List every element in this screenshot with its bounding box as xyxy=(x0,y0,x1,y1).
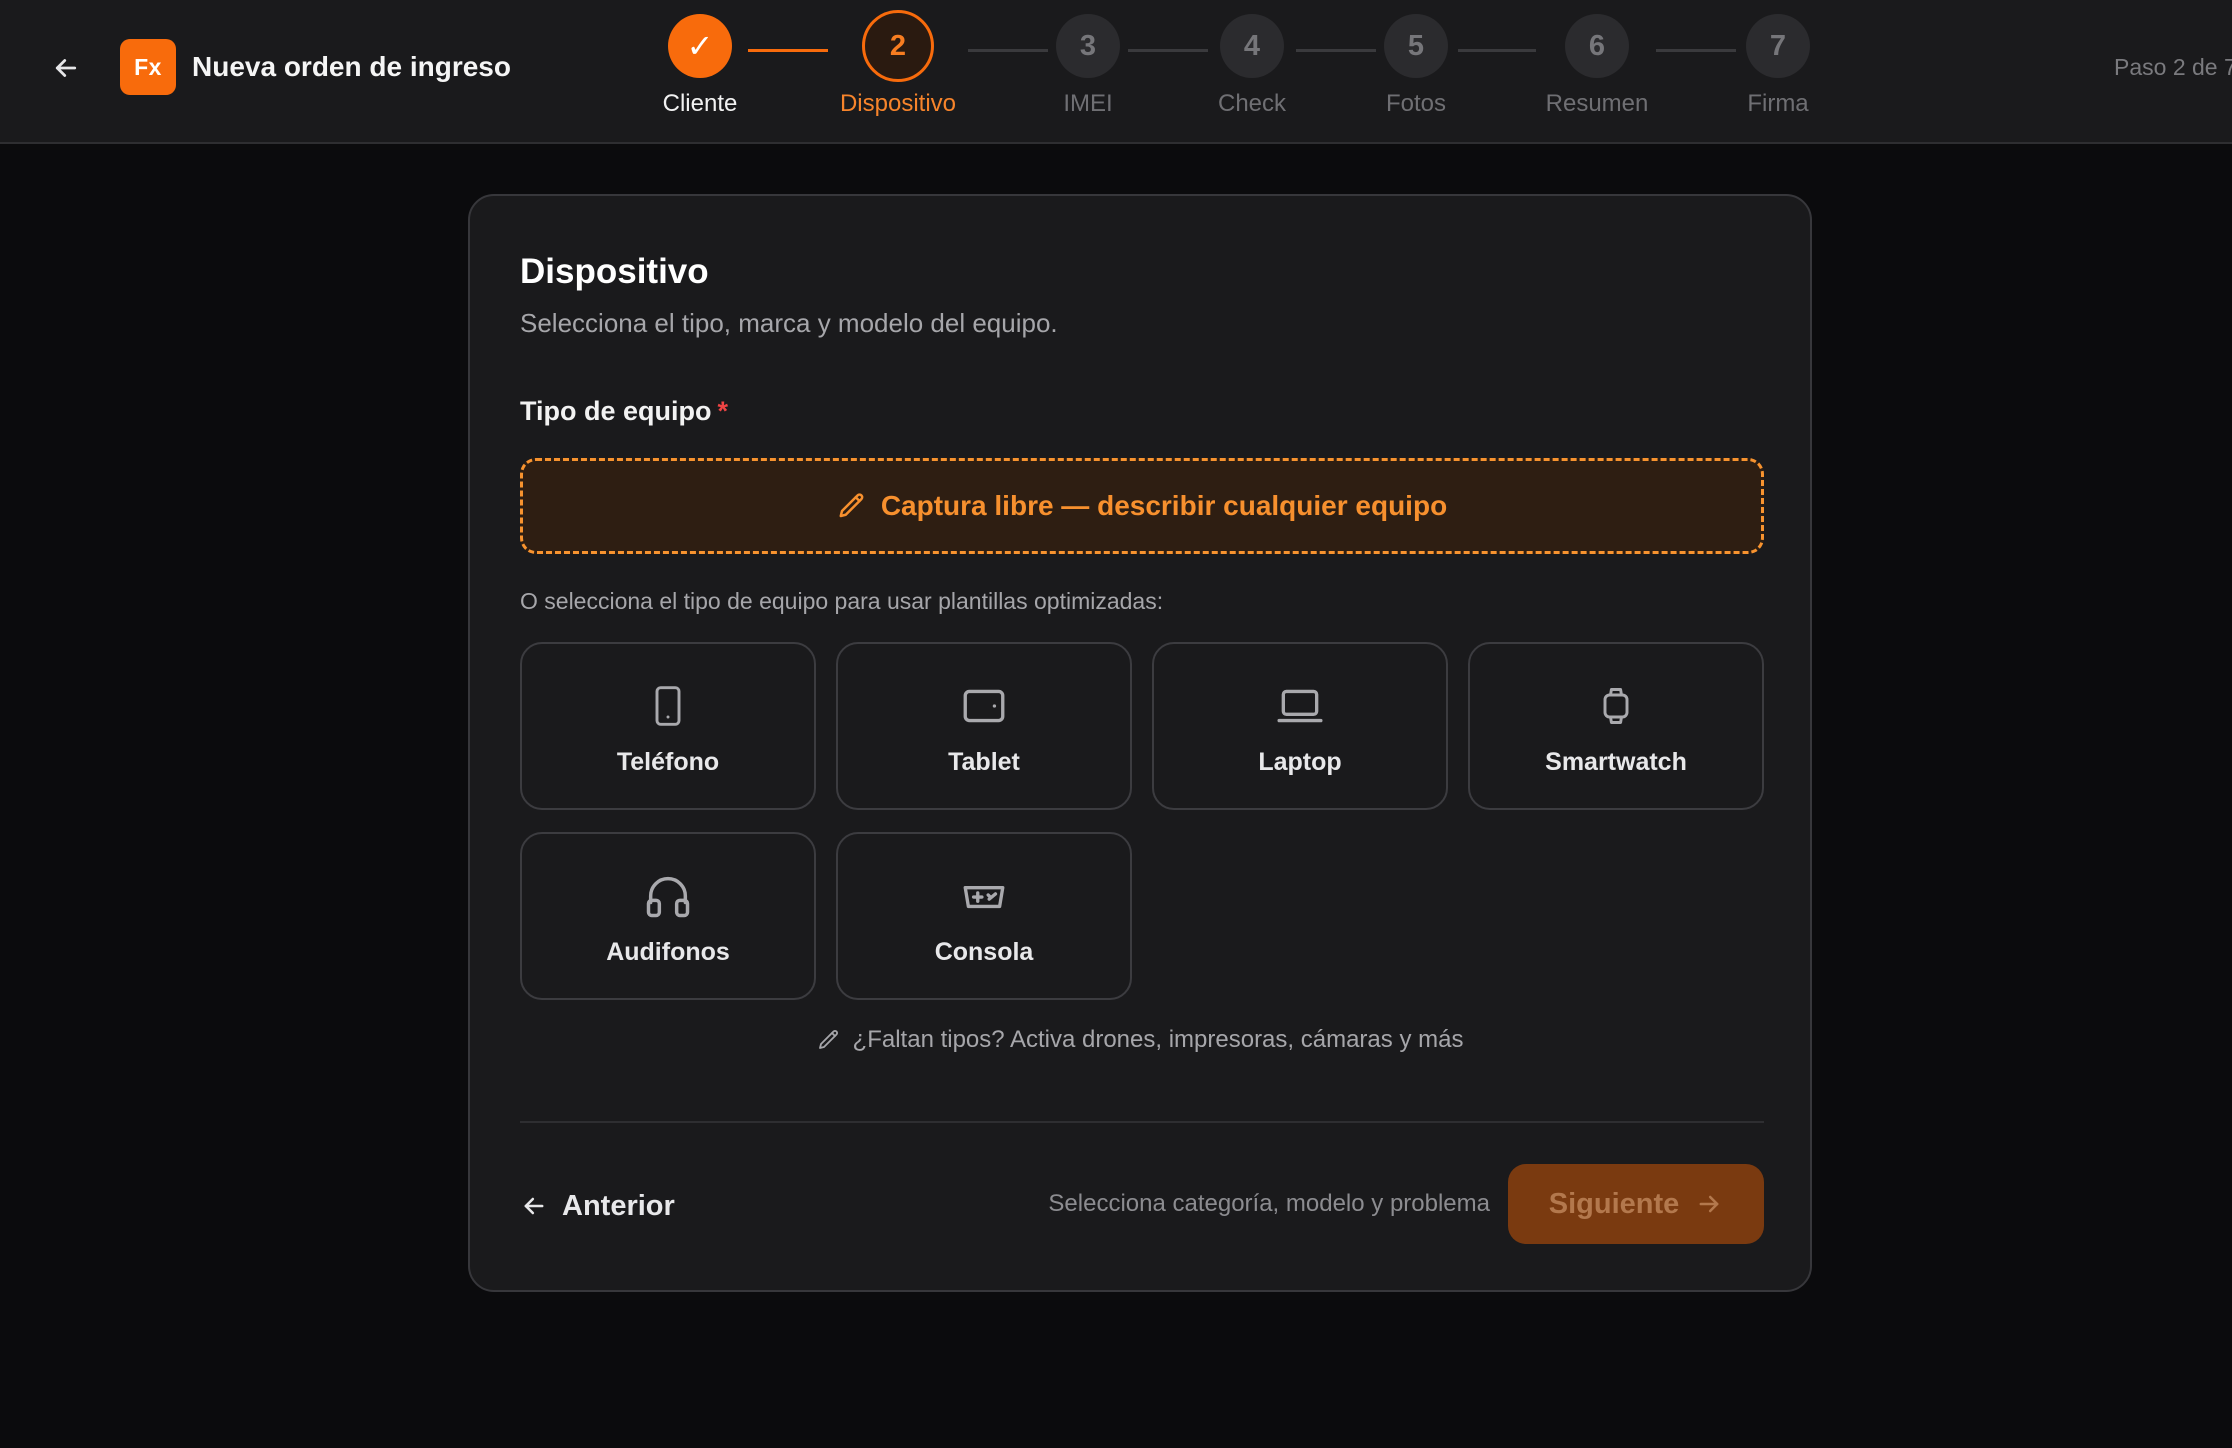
more-types-label: ¿Faltan tipos? Activa drones, impresoras… xyxy=(852,1026,1464,1053)
headphones-icon xyxy=(640,868,696,924)
pencil-icon xyxy=(818,1030,838,1049)
footer-hint: Selecciona categoría, modelo y problema xyxy=(1048,1190,1490,1217)
device-type-label-text: Tipo de equipo xyxy=(520,396,712,426)
step-label: IMEI xyxy=(1063,90,1113,117)
phone-icon xyxy=(640,678,696,734)
device-type-smartwatch[interactable]: Smartwatch xyxy=(1468,642,1764,810)
device-type-tablet[interactable]: Tablet xyxy=(836,642,1132,810)
next-label: Siguiente xyxy=(1548,1187,1680,1220)
device-type-label: Consola xyxy=(934,938,1034,966)
app-logo: Fx xyxy=(120,39,176,95)
pencil-icon xyxy=(839,493,864,518)
device-type-laptop[interactable]: Laptop xyxy=(1152,642,1448,810)
arrow-right-icon xyxy=(1699,1195,1719,1213)
previous-button[interactable]: Anterior xyxy=(520,1180,675,1232)
device-type-consola[interactable]: Consola xyxy=(836,832,1132,1000)
step-imei[interactable]: 3 IMEI xyxy=(1003,14,1173,118)
step-resumen[interactable]: 6 Resumen xyxy=(1512,14,1682,118)
back-button[interactable] xyxy=(46,48,86,88)
device-type-label: Audifonos xyxy=(606,938,730,966)
required-mark: * xyxy=(717,396,729,426)
step-label: Firma xyxy=(1747,90,1809,117)
step-label: Resumen xyxy=(1545,90,1649,117)
step-check-icon: ✓ xyxy=(668,14,732,78)
step-label: Check xyxy=(1217,90,1287,117)
step-dispositivo[interactable]: 2 Dispositivo xyxy=(813,10,983,118)
step-label: Cliente xyxy=(662,90,738,117)
step-label: Dispositivo xyxy=(839,90,957,117)
step-label: Fotos xyxy=(1385,90,1447,117)
device-type-telefono[interactable]: Teléfono xyxy=(520,642,816,810)
section-subtitle: Selecciona el tipo, marca y modelo del e… xyxy=(520,308,1058,338)
step-number: 7 xyxy=(1746,14,1810,78)
arrow-left-icon xyxy=(55,59,77,77)
device-type-label: Tipo de equipo * xyxy=(520,396,728,427)
step-number: 5 xyxy=(1384,14,1448,78)
divider xyxy=(520,1121,1764,1123)
laptop-icon xyxy=(1272,678,1328,734)
device-type-label: Tablet xyxy=(948,748,1020,776)
page-title: Nueva orden de ingreso xyxy=(192,51,511,82)
device-type-label: Laptop xyxy=(1258,748,1342,776)
gamepad-icon xyxy=(956,868,1012,924)
device-type-audifonos[interactable]: Audifonos xyxy=(520,832,816,1000)
top-bar: Fx Nueva orden de ingreso ✓ Cliente 2 Di… xyxy=(0,0,2232,144)
step-fotos[interactable]: 5 Fotos xyxy=(1331,14,1501,118)
device-type-hint: O selecciona el tipo de equipo para usar… xyxy=(520,588,1164,614)
tablet-icon xyxy=(956,678,1012,734)
step-number: 4 xyxy=(1220,14,1284,78)
free-capture-label: Captura libre — describir cualquier equi… xyxy=(880,490,1448,521)
device-type-label: Teléfono xyxy=(616,748,720,776)
step-check[interactable]: 4 Check xyxy=(1167,14,1337,118)
section-title: Dispositivo xyxy=(520,252,709,291)
step-cliente[interactable]: ✓ Cliente xyxy=(615,14,785,118)
step-number: 6 xyxy=(1565,14,1629,78)
step-counter: Paso 2 de 7 xyxy=(2114,54,2232,80)
next-button[interactable]: Siguiente xyxy=(1508,1164,1764,1244)
step-number: 2 xyxy=(862,10,934,82)
previous-label: Anterior xyxy=(562,1189,675,1222)
step-firma[interactable]: 7 Firma xyxy=(1693,14,1863,118)
device-type-label: Smartwatch xyxy=(1545,748,1687,776)
more-types-link[interactable]: ¿Faltan tipos? Activa drones, impresoras… xyxy=(810,1026,1470,1054)
device-card: Dispositivo Selecciona el tipo, marca y … xyxy=(468,194,1812,1292)
smartwatch-icon xyxy=(1588,678,1644,734)
arrow-left-icon xyxy=(524,1197,544,1215)
free-capture-button[interactable]: Captura libre — describir cualquier equi… xyxy=(520,458,1764,554)
step-number: 3 xyxy=(1056,14,1120,78)
